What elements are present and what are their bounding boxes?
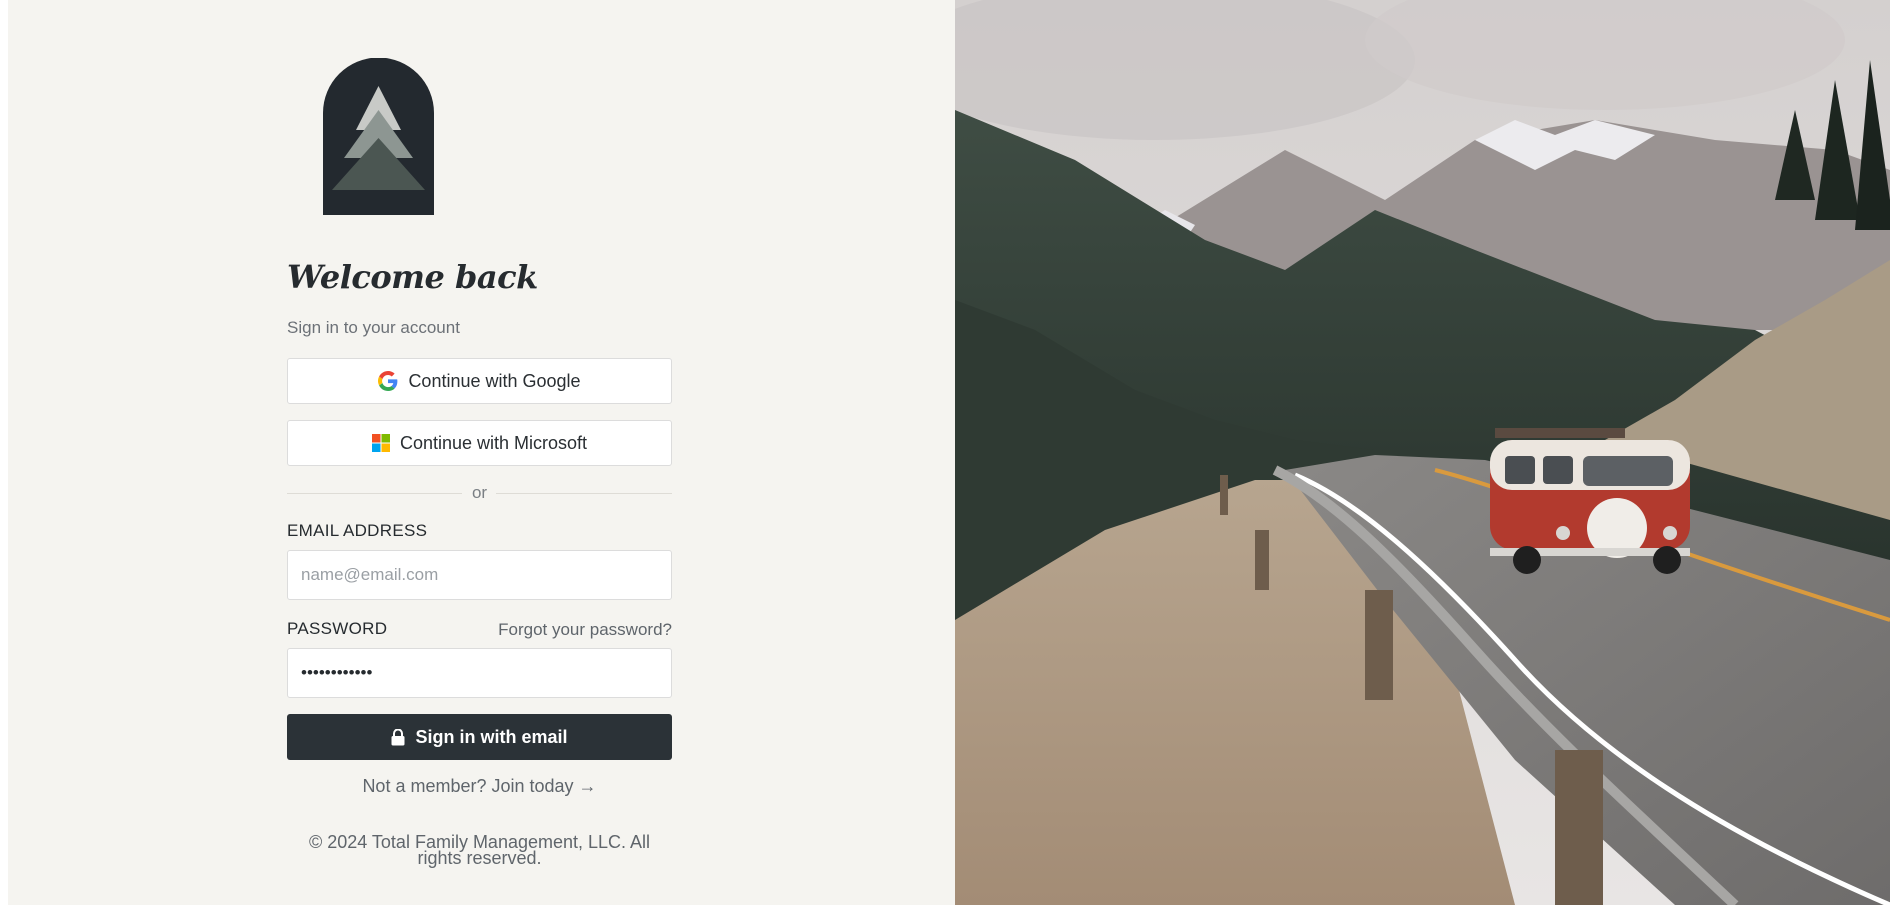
email-label: EMAIL ADDRESS [287, 521, 428, 540]
continue-with-microsoft-button[interactable]: Continue with Microsoft [287, 420, 672, 466]
divider-line-right [496, 493, 672, 494]
lock-icon [391, 728, 405, 746]
google-button-label: Continue with Google [408, 370, 581, 391]
password-field[interactable] [287, 648, 672, 698]
sign-in-button-label: Sign in with email [415, 726, 568, 747]
login-page: Welcome back Sign in to your account Con… [0, 0, 1896, 905]
mountain-road-van-photo [955, 0, 1890, 905]
microsoft-icon [371, 434, 390, 452]
join-today-link[interactable]: Not a member? Join today → [287, 776, 672, 797]
password-label: PASSWORD [287, 619, 388, 638]
sign-in-with-email-button[interactable]: Sign in with email [287, 714, 672, 760]
login-panel: Welcome back Sign in to your account Con… [8, 0, 955, 905]
forgot-password-link[interactable]: Forgot your password? [498, 620, 672, 640]
copyright-text: © 2024 Total Family Management, LLC. All… [308, 832, 651, 868]
copyright-footer: © 2024 Total Family Management, LLC. All… [287, 832, 672, 868]
page-title: Welcome back [287, 258, 538, 296]
continue-with-google-button[interactable]: Continue with Google [287, 358, 672, 404]
email-field[interactable] [287, 550, 672, 600]
microsoft-button-label: Continue with Microsoft [399, 432, 588, 453]
google-icon [378, 371, 398, 391]
page-subtitle: Sign in to your account [287, 318, 460, 337]
tree-arch-logo [323, 57, 434, 215]
or-divider: or [287, 483, 672, 503]
